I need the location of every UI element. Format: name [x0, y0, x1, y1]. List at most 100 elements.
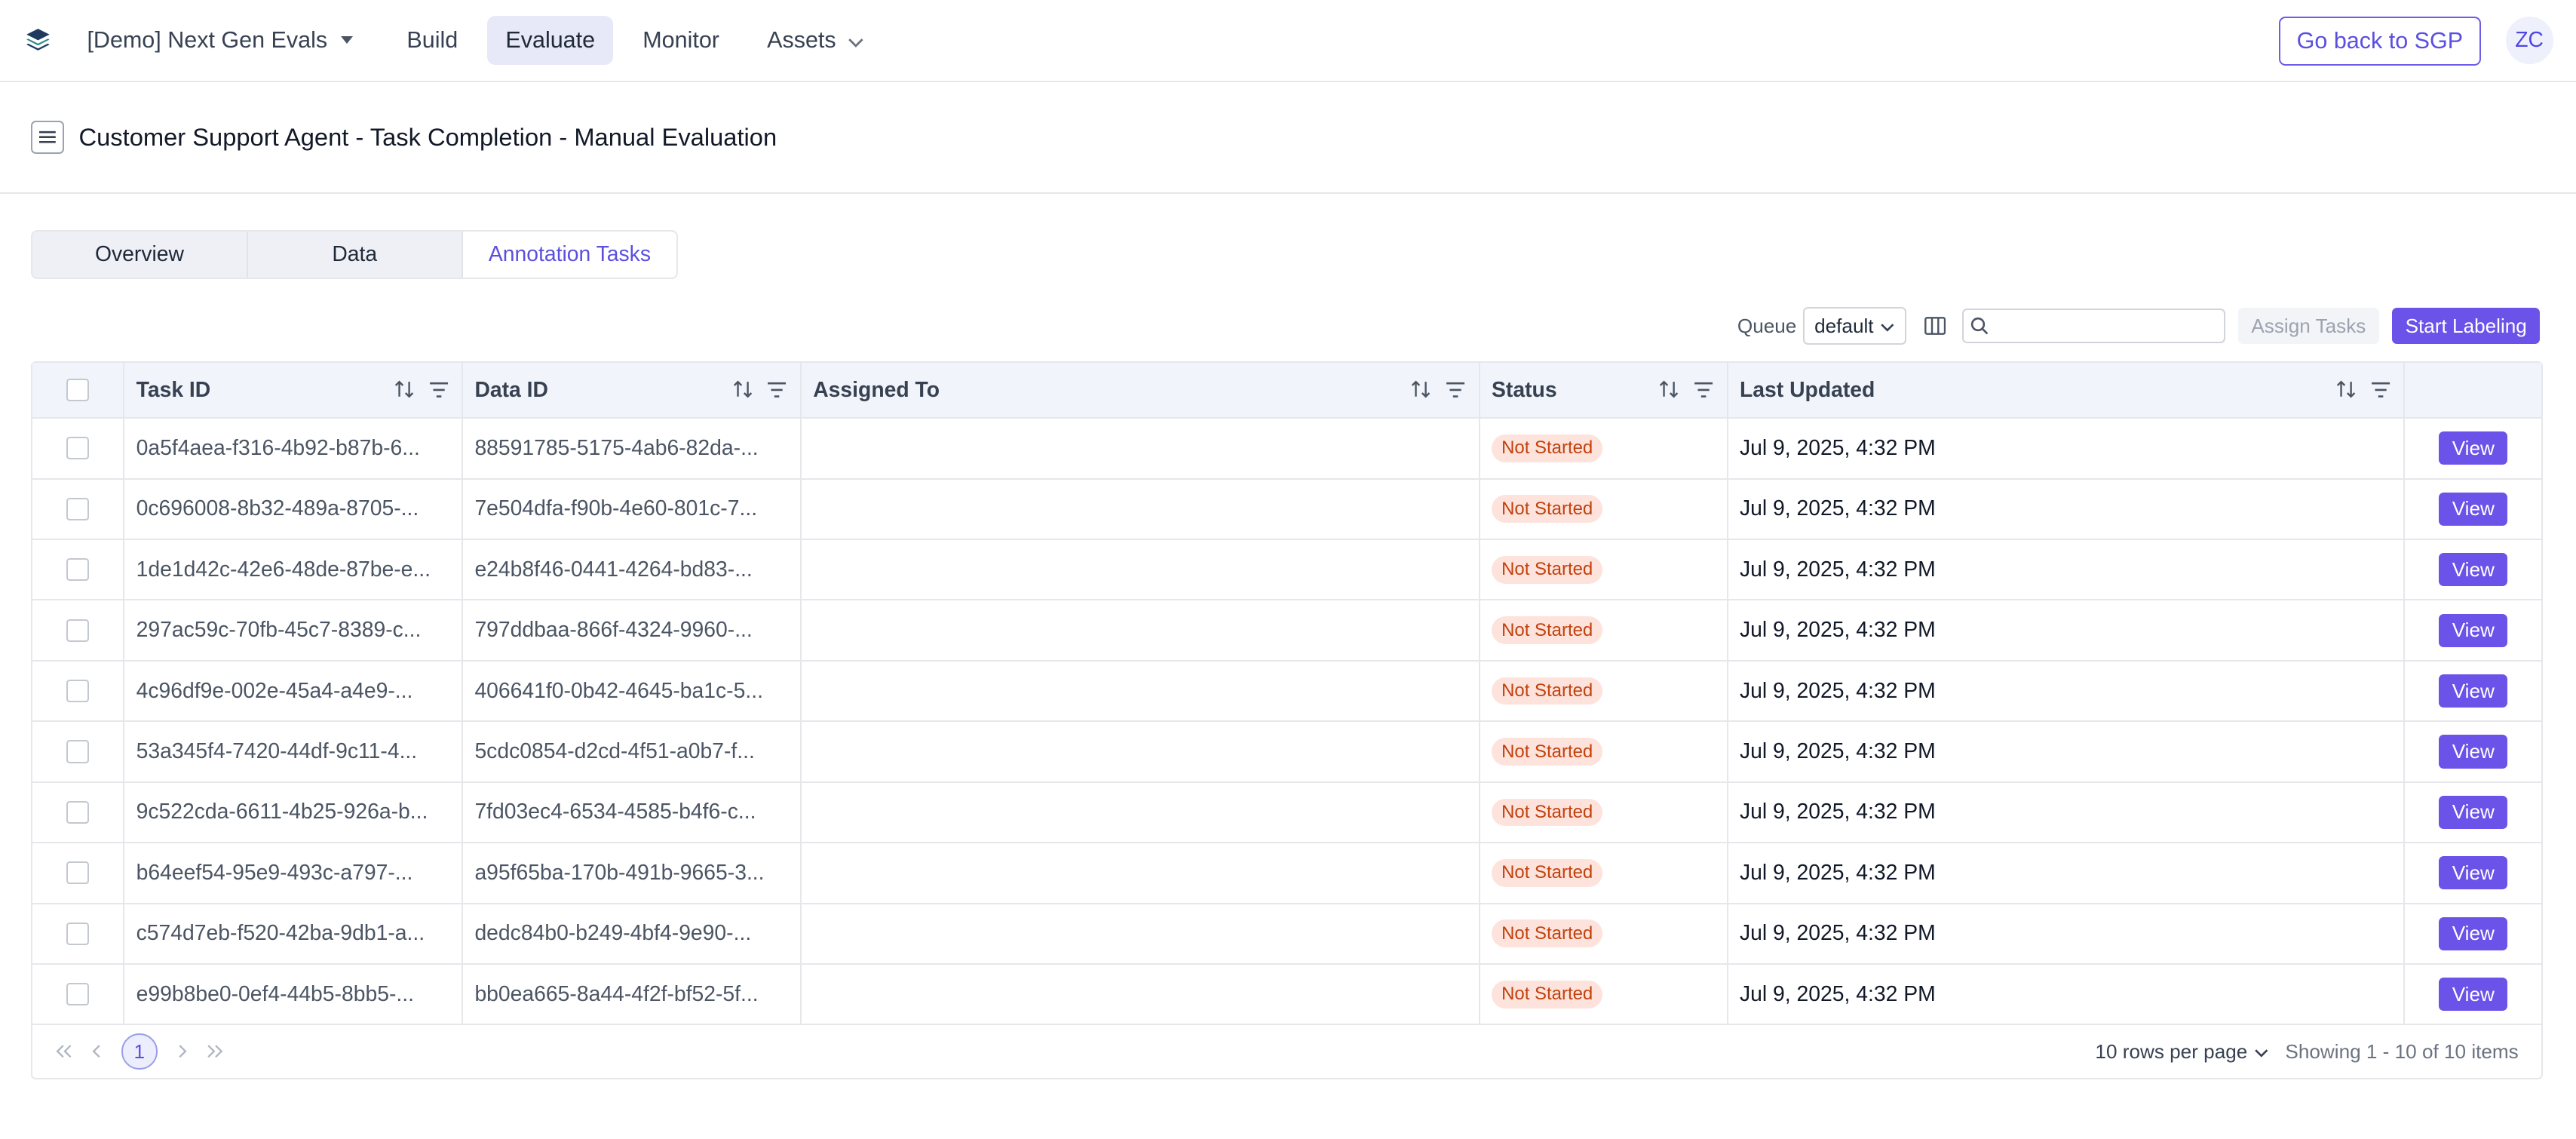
task-id-cell: 297ac59c-70fb-45c7-8389-c...: [124, 600, 464, 660]
action-cell: View: [2405, 419, 2541, 477]
status-cell: Not Started: [1480, 722, 1728, 781]
tab-annotation-tasks[interactable]: Annotation Tasks: [462, 232, 677, 278]
search-input[interactable]: [1961, 309, 2225, 344]
filter-icon[interactable]: [429, 379, 449, 404]
first-page-icon[interactable]: [56, 1040, 72, 1064]
select-all-checkbox[interactable]: [66, 379, 90, 402]
data-id: dedc84b0-b249-4bf4-9e90-...: [474, 921, 752, 946]
last-page-icon[interactable]: [207, 1040, 223, 1064]
last-updated-cell: Jul 9, 2025, 4:32 PM: [1728, 904, 2406, 963]
last-updated-cell: Jul 9, 2025, 4:32 PM: [1728, 600, 2406, 660]
sort-icon[interactable]: [394, 379, 414, 404]
prev-page-icon[interactable]: [92, 1040, 102, 1064]
menu-toggle-button[interactable]: [31, 120, 64, 154]
row-checkbox[interactable]: [66, 983, 90, 1006]
table-row: b64eef54-95e9-493c-a797-... a95f65ba-170…: [32, 843, 2542, 904]
next-page-icon[interactable]: [177, 1040, 187, 1064]
task-id: 9c522cda-6611-4b25-926a-b...: [136, 800, 428, 824]
avatar[interactable]: ZC: [2505, 16, 2553, 64]
data-id: a95f65ba-170b-491b-9665-3...: [474, 860, 765, 885]
layers-logo-icon[interactable]: [25, 27, 51, 54]
table-row: 297ac59c-70fb-45c7-8389-c... 797ddbaa-86…: [32, 600, 2542, 662]
row-checkbox[interactable]: [66, 619, 90, 642]
row-select-cell: [32, 540, 125, 600]
start-labeling-button[interactable]: Start Labeling: [2392, 308, 2541, 345]
sort-icon[interactable]: [1411, 379, 1431, 404]
view-button[interactable]: View: [2439, 795, 2508, 829]
rows-per-page-select[interactable]: 10 rows per page: [2095, 1040, 2268, 1064]
status-badge: Not Started: [1492, 555, 1603, 584]
nav-tab-build[interactable]: Build: [388, 16, 476, 66]
last-updated: Jul 9, 2025, 4:32 PM: [1740, 678, 1936, 703]
last-updated: Jul 9, 2025, 4:32 PM: [1740, 860, 1936, 885]
columns-icon[interactable]: [1924, 317, 1946, 336]
task-id-cell: 0c696008-8b32-489a-8705-...: [124, 479, 464, 539]
nav-tab-monitor[interactable]: Monitor: [624, 16, 738, 66]
last-updated: Jul 9, 2025, 4:32 PM: [1740, 739, 1936, 764]
sort-icon[interactable]: [733, 379, 753, 404]
data-id-cell: 797ddbaa-866f-4324-9960-...: [463, 600, 802, 660]
view-button[interactable]: View: [2439, 431, 2508, 465]
view-button[interactable]: View: [2439, 674, 2508, 708]
last-updated-cell: Jul 9, 2025, 4:32 PM: [1728, 661, 2406, 721]
filter-icon[interactable]: [2371, 379, 2390, 404]
row-checkbox[interactable]: [66, 680, 90, 703]
row-checkbox[interactable]: [66, 437, 90, 460]
status-cell: Not Started: [1480, 479, 1728, 539]
row-checkbox[interactable]: [66, 861, 90, 885]
task-id: 53a345f4-7420-44df-9c11-4...: [136, 739, 418, 764]
data-id: 5cdc0854-d2cd-4f51-a0b7-f...: [474, 739, 755, 764]
view-button[interactable]: View: [2439, 613, 2508, 647]
sort-icon[interactable]: [2336, 379, 2356, 404]
assign-tasks-button[interactable]: Assign Tasks: [2237, 308, 2379, 345]
go-back-button[interactable]: Go back to SGP: [2278, 16, 2481, 66]
column-header-status: Status: [1480, 363, 1728, 418]
last-updated: Jul 9, 2025, 4:32 PM: [1740, 921, 1936, 946]
table-row: 4c96df9e-002e-45a4-a4e9-... 406641f0-0b4…: [32, 661, 2542, 723]
task-id-cell: 0a5f4aea-f316-4b92-b87b-6...: [124, 419, 464, 478]
nav-tab-evaluate[interactable]: Evaluate: [487, 15, 614, 66]
nav-tab-assets[interactable]: Assets: [749, 16, 882, 66]
row-checkbox[interactable]: [66, 922, 90, 945]
search-icon: [1970, 318, 1989, 335]
status-badge: Not Started: [1492, 980, 1603, 1009]
row-select-cell: [32, 722, 125, 781]
status-cell: Not Started: [1480, 965, 1728, 1024]
column-label: Task ID: [136, 377, 211, 402]
task-id: 297ac59c-70fb-45c7-8389-c...: [136, 618, 422, 643]
row-checkbox[interactable]: [66, 497, 90, 520]
task-id-cell: c574d7eb-f520-42ba-9db1-a...: [124, 904, 464, 963]
view-button[interactable]: View: [2439, 735, 2508, 769]
project-selector[interactable]: [Demo] Next Gen Evals: [87, 27, 353, 54]
sort-icon[interactable]: [1659, 379, 1679, 404]
assigned-to-cell: [802, 843, 1480, 903]
table-row: 0c696008-8b32-489a-8705-... 7e504dfa-f90…: [32, 479, 2542, 541]
row-checkbox[interactable]: [66, 800, 90, 824]
data-id: 7e504dfa-f90b-4e60-801c-7...: [474, 496, 758, 521]
view-button[interactable]: View: [2439, 916, 2508, 950]
assigned-to-cell: [802, 419, 1480, 478]
row-checkbox[interactable]: [66, 740, 90, 763]
data-id: 797ddbaa-866f-4324-9960-...: [474, 618, 753, 643]
last-updated: Jul 9, 2025, 4:32 PM: [1740, 435, 1936, 460]
filter-icon[interactable]: [1694, 379, 1713, 404]
assigned-to-cell: [802, 661, 1480, 721]
filter-icon[interactable]: [1446, 379, 1465, 404]
table-row: e99b8be0-0ef4-44b5-8bb5-... bb0ea665-8a4…: [32, 965, 2542, 1026]
tab-overview[interactable]: Overview: [32, 232, 248, 278]
view-button[interactable]: View: [2439, 553, 2508, 587]
row-checkbox[interactable]: [66, 558, 90, 582]
view-button[interactable]: View: [2439, 856, 2508, 890]
action-cell: View: [2405, 480, 2541, 539]
last-updated-cell: Jul 9, 2025, 4:32 PM: [1728, 722, 2406, 781]
page-number-button[interactable]: 1: [121, 1033, 158, 1070]
tab-data[interactable]: Data: [247, 232, 463, 278]
view-tabs: Overview Data Annotation Tasks: [31, 230, 679, 280]
nav-tab-label: Build: [406, 26, 458, 53]
queue-select[interactable]: default: [1803, 307, 1906, 345]
status-badge: Not Started: [1492, 738, 1603, 766]
filter-icon[interactable]: [767, 379, 787, 404]
view-button[interactable]: View: [2439, 492, 2508, 526]
data-id-cell: dedc84b0-b249-4bf4-9e90-...: [463, 904, 802, 963]
view-button[interactable]: View: [2439, 978, 2508, 1012]
